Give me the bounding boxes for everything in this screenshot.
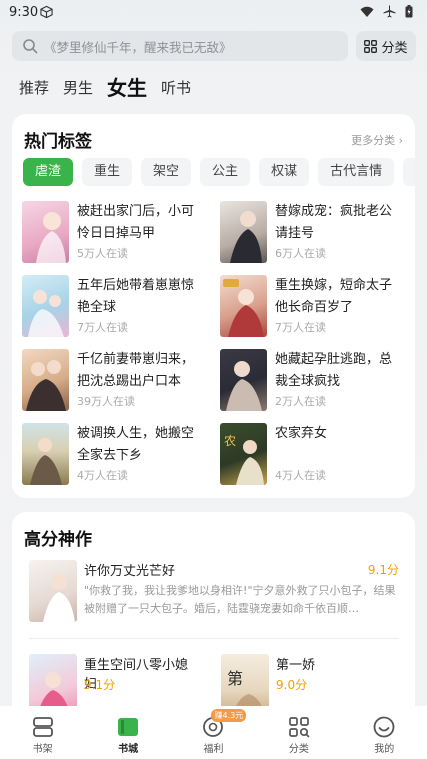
book-title: 被赶出家门后，小可怜日日掉马甲 bbox=[77, 204, 195, 241]
tag-item[interactable]: 权谋 bbox=[259, 158, 310, 186]
nav-welfare[interactable]: 赚4.3元 福利 bbox=[183, 706, 247, 759]
book-item[interactable]: 五年后她带着崽崽惊艳全球 7万人在读 bbox=[22, 275, 212, 337]
book-item[interactable]: 替嫁成宠：疯批老公请挂号 6万人在读 bbox=[220, 201, 410, 263]
top-rated-card: 高分神作 许你万丈光芒好 9.1分 "你救了我，我让我爹地以身相许!"宁夕意外救… bbox=[12, 512, 415, 722]
book-cover bbox=[22, 201, 69, 263]
book-cover bbox=[29, 560, 77, 622]
tab-male[interactable]: 男生 bbox=[63, 74, 93, 102]
status-bar: 9:30 bbox=[0, 0, 427, 26]
book-cover: 农 bbox=[220, 423, 267, 485]
book-title: 千亿前妻带崽归来，把沈总踢出户口本 bbox=[77, 352, 195, 389]
book-item[interactable]: 重生换嫁，短命太子他长命百岁了 7万人在读 bbox=[220, 275, 410, 337]
nav-label: 分类 bbox=[288, 744, 309, 755]
book-readers: 5万人在读 bbox=[77, 247, 128, 260]
bookstore-icon bbox=[118, 718, 139, 736]
book-item[interactable]: 她藏起孕肚逃跑，总裁全球疯找 2万人在读 bbox=[220, 349, 410, 411]
rank-desc: "你救了我，我让我爹地以身相许!"宁夕意外救了只小包子，结果被附赠了一只大包子。… bbox=[84, 584, 396, 615]
book-cover bbox=[22, 423, 69, 485]
book-readers: 39万人在读 bbox=[77, 395, 135, 408]
section-title-hot-tags: 热门标签 bbox=[24, 132, 92, 152]
welfare-badge: 赚4.3元 bbox=[211, 709, 247, 722]
nav-bookshelf[interactable]: 书架 bbox=[13, 706, 73, 759]
book-cover bbox=[220, 201, 267, 263]
book-readers: 2万人在读 bbox=[275, 395, 326, 408]
nav-label: 书架 bbox=[32, 744, 53, 755]
book-cover bbox=[22, 349, 69, 411]
nav-bookstore[interactable]: 书城 bbox=[98, 706, 158, 759]
chevron-right-icon: › bbox=[398, 134, 403, 147]
book-readers: 7万人在读 bbox=[77, 321, 128, 334]
nav-label: 我的 bbox=[374, 744, 395, 755]
tag-item[interactable]: 架空 bbox=[141, 158, 192, 186]
tag-item[interactable]: 古代言情 bbox=[318, 158, 395, 186]
book-title: 农家弃女 bbox=[275, 426, 328, 441]
channel-tabs: 推荐 男生 女生 听书 bbox=[19, 74, 205, 102]
category-label: 分类 bbox=[381, 40, 408, 56]
battery-icon bbox=[405, 5, 413, 18]
bookshelf-icon bbox=[32, 717, 53, 737]
rank-item[interactable]: 许你万丈光芒好 9.1分 "你救了我，我让我爹地以身相许!"宁夕意外救了只小包子… bbox=[29, 560, 399, 624]
rank-score: 9.0分 bbox=[276, 678, 308, 692]
tag-item[interactable]: 虐渣 bbox=[23, 158, 74, 186]
rank-title: 第一娇 bbox=[276, 658, 316, 673]
category-grid-icon bbox=[289, 717, 310, 738]
book-title: 被调换人生，她搬空全家去下乡 bbox=[77, 426, 195, 463]
wifi-icon bbox=[360, 6, 374, 17]
nav-label: 福利 bbox=[203, 744, 224, 755]
bottom-nav: 书架 书城 赚4.3元 福利 分类 我的 bbox=[0, 706, 427, 759]
more-categories-link[interactable]: 更多分类 › bbox=[351, 132, 403, 148]
divider bbox=[29, 638, 399, 639]
package-icon bbox=[40, 5, 53, 19]
book-item[interactable]: 被赶出家门后，小可怜日日掉马甲 5万人在读 bbox=[22, 201, 212, 263]
status-time: 9:30 bbox=[9, 5, 39, 20]
book-item[interactable]: 农 农家弃女 4万人在读 bbox=[220, 423, 410, 485]
category-button[interactable]: 分类 bbox=[356, 31, 416, 61]
book-item[interactable]: 被调换人生，她搬空全家去下乡 4万人在读 bbox=[22, 423, 212, 485]
nav-category[interactable]: 分类 bbox=[269, 706, 329, 759]
tab-audio[interactable]: 听书 bbox=[161, 74, 191, 102]
profile-smile-icon bbox=[373, 716, 395, 738]
tab-recommend[interactable]: 推荐 bbox=[19, 74, 49, 102]
section-title-top-rated: 高分神作 bbox=[24, 530, 92, 550]
more-categories-label: 更多分类 bbox=[351, 134, 396, 147]
book-title: 重生换嫁，短命太子他长命百岁了 bbox=[275, 278, 393, 315]
search-placeholder: 《梦里修仙千年，醒来我已无敌》 bbox=[44, 39, 232, 55]
book-title: 替嫁成宠：疯批老公请挂号 bbox=[275, 204, 393, 241]
nav-profile[interactable]: 我的 bbox=[354, 706, 414, 759]
book-readers: 4万人在读 bbox=[77, 469, 128, 482]
search-icon bbox=[23, 39, 38, 54]
book-readers: 4万人在读 bbox=[275, 469, 326, 482]
rank-score: 9.1分 bbox=[84, 678, 116, 692]
hot-tags-card: 热门标签 更多分类 › 虐渣重生架空公主权谋古代言情女 被赶出家门后，小可怜日日… bbox=[12, 114, 415, 498]
rank-score: 9.1分 bbox=[367, 563, 399, 577]
rank-title: 许你万丈光芒好 bbox=[84, 564, 176, 579]
svg-text:第: 第 bbox=[227, 669, 243, 688]
search-input[interactable]: 《梦里修仙千年，醒来我已无敌》 bbox=[12, 31, 348, 61]
tab-female[interactable]: 女生 bbox=[107, 74, 147, 102]
tag-row: 虐渣重生架空公主权谋古代言情女 bbox=[23, 158, 415, 188]
book-item[interactable]: 千亿前妻带崽归来，把沈总踢出户口本 39万人在读 bbox=[22, 349, 212, 411]
book-title: 五年后她带着崽崽惊艳全球 bbox=[77, 278, 195, 315]
tag-item[interactable]: 女 bbox=[403, 158, 415, 186]
book-readers: 7万人在读 bbox=[275, 321, 326, 334]
book-cover bbox=[220, 275, 267, 337]
nav-label: 书城 bbox=[118, 744, 139, 755]
svg-text:农: 农 bbox=[224, 434, 236, 448]
tag-item[interactable]: 重生 bbox=[82, 158, 133, 186]
book-cover bbox=[220, 349, 267, 411]
grid-icon bbox=[364, 39, 378, 53]
airplane-icon bbox=[383, 5, 396, 18]
tag-item[interactable]: 公主 bbox=[200, 158, 251, 186]
book-cover bbox=[22, 275, 69, 337]
book-readers: 6万人在读 bbox=[275, 247, 326, 260]
book-title: 她藏起孕肚逃跑，总裁全球疯找 bbox=[275, 352, 393, 389]
